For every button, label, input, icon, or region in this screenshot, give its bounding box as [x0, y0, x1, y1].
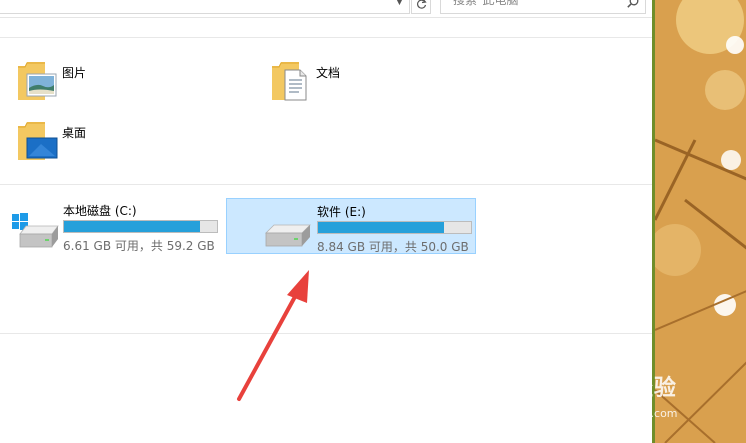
address-toolbar: ▼ 搜索"此电脑" — [0, 0, 652, 18]
section-divider — [0, 333, 652, 334]
drive-c-label: 本地磁盘 (C:) — [63, 204, 137, 218]
baidu-jingyan-watermark: Bai 经验 jingyan.baidu.com — [568, 360, 746, 443]
red-arrow-icon — [237, 270, 309, 401]
drive-e-space-info: 8.84 GB 可用，共 50.0 GB — [317, 240, 469, 254]
watermark-brand: Bai 经验 — [580, 376, 677, 401]
folder-pictures[interactable]: 图片 — [17, 58, 237, 106]
folder-desktop-label: 桌面 — [62, 126, 87, 140]
drive-c-usage-fill — [64, 221, 200, 232]
file-explorer-window: ▼ 搜索"此电脑" 图片 文档 桌面 本地磁盘 (C:) 6.61 GB 可用，… — [0, 0, 652, 443]
address-bar[interactable] — [0, 0, 410, 14]
section-divider — [0, 184, 652, 185]
documents-folder-icon — [272, 62, 307, 101]
windows-drive-icon — [12, 213, 59, 248]
section-divider — [0, 37, 652, 38]
search-input[interactable]: 搜索"此电脑" — [440, 0, 646, 14]
drive-e[interactable]: 软件 (E:) 8.84 GB 可用，共 50.0 GB — [226, 198, 476, 254]
drive-e-usage-fill — [318, 222, 444, 233]
hard-drive-icon — [265, 224, 311, 247]
search-placeholder: 搜索"此电脑" — [453, 0, 525, 7]
drive-c-usage-bar — [63, 220, 218, 233]
folder-pictures-label: 图片 — [62, 66, 87, 80]
folder-documents[interactable]: 文档 — [271, 58, 491, 106]
folder-documents-label: 文档 — [316, 66, 341, 80]
watermark-site: jingyan.baidu.com — [576, 407, 678, 420]
search-icon[interactable] — [627, 0, 639, 8]
drive-c[interactable]: 本地磁盘 (C:) 6.61 GB 可用，共 59.2 GB — [8, 198, 226, 254]
desktop-folder-icon — [18, 122, 58, 160]
chevron-down-icon[interactable]: ▼ — [396, 0, 403, 7]
refresh-icon — [417, 0, 427, 9]
drive-c-space-info: 6.61 GB 可用，共 59.2 GB — [63, 239, 215, 253]
drive-e-label: 软件 (E:) — [317, 205, 366, 219]
refresh-button[interactable] — [411, 0, 431, 14]
pictures-folder-icon — [18, 62, 57, 100]
drive-e-usage-bar — [317, 221, 472, 234]
folder-desktop[interactable]: 桌面 — [17, 118, 237, 166]
